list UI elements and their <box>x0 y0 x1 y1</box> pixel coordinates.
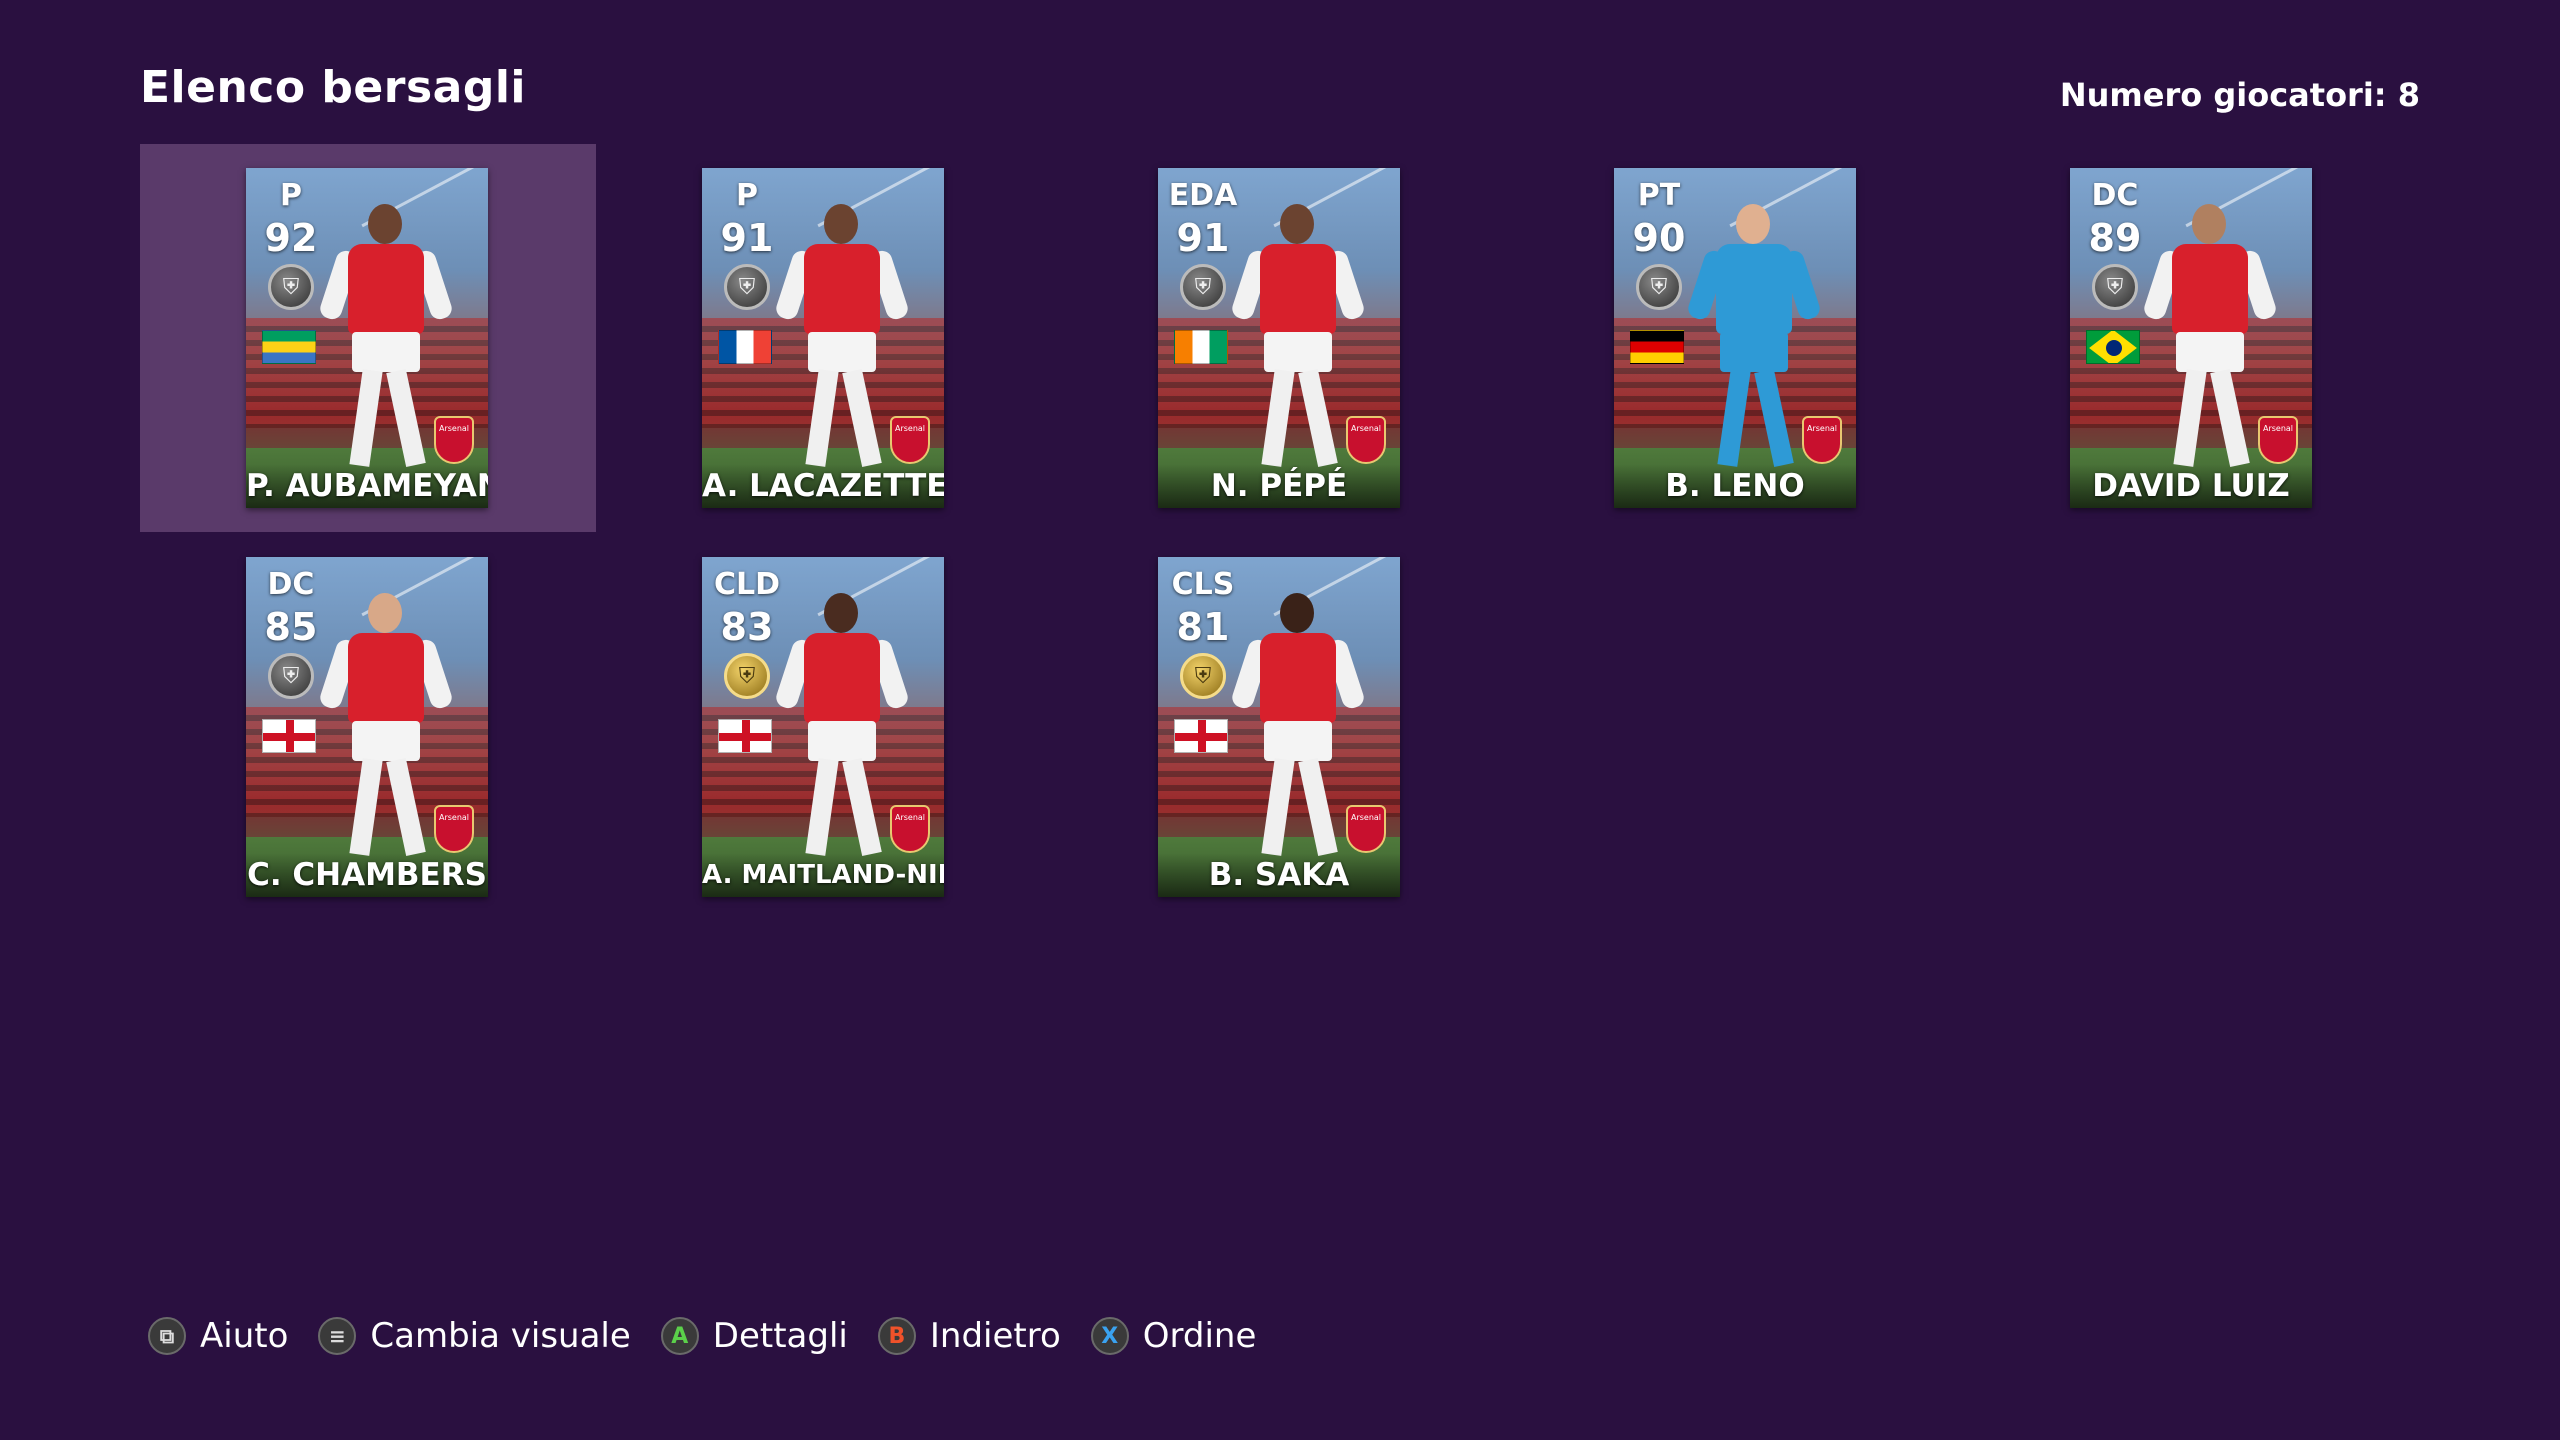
player-card[interactable]: CLD 83 ⛨ Arsenal A. MAITLAND-NILES <box>702 557 944 897</box>
change-view-hint[interactable]: ≡ Cambia visuale <box>318 1316 631 1356</box>
player-image <box>773 186 911 476</box>
details-hint[interactable]: A Dettagli <box>660 1316 848 1356</box>
gold-medal-icon: ⛨ <box>1180 653 1226 699</box>
player-rating: 81 <box>1176 605 1230 649</box>
details-label: Dettagli <box>712 1316 848 1356</box>
help-hint[interactable]: ⧉ Aiuto <box>148 1316 288 1356</box>
player-rating: 90 <box>1632 216 1686 260</box>
ivory-coast-flag-icon <box>1174 330 1228 364</box>
sort-label: Ordine <box>1142 1316 1257 1356</box>
arsenal-crest-icon: Arsenal <box>1802 416 1842 464</box>
player-image <box>317 186 455 476</box>
player-card-slot[interactable]: EDA 91 ⛨ Arsenal N. PÉPÉ <box>1052 144 1508 532</box>
player-position: CLD <box>713 567 781 602</box>
sort-hint[interactable]: X Ordine <box>1090 1316 1257 1356</box>
england-flag-icon <box>718 719 772 753</box>
view-button-icon: ⧉ <box>148 1317 186 1355</box>
france-flag-icon <box>718 330 772 364</box>
player-card[interactable]: P 92 ⛨ Arsenal P. AUBAMEYANG <box>246 168 488 508</box>
player-card-slot[interactable]: CLS 81 ⛨ Arsenal B. SAKA <box>1052 533 1508 921</box>
player-rating: 91 <box>720 216 774 260</box>
player-name: A. MAITLAND-NILES <box>702 853 944 897</box>
back-hint[interactable]: B Indietro <box>877 1316 1061 1356</box>
germany-flag-icon <box>1630 330 1684 364</box>
help-label: Aiuto <box>200 1316 289 1356</box>
player-rating: 89 <box>2088 216 2142 260</box>
player-card-slot[interactable]: P 92 ⛨ Arsenal P. AUBAMEYANG <box>140 144 596 532</box>
gabon-flag-icon <box>262 330 316 364</box>
player-image <box>2141 186 2279 476</box>
page-title: Elenco bersagli <box>140 62 527 113</box>
player-position: DC <box>2091 178 2139 213</box>
player-rating: 83 <box>720 605 774 649</box>
player-card-slot[interactable]: DC 85 ⛨ Arsenal C. CHAMBERS <box>140 533 596 921</box>
player-name: B. LENO <box>1614 464 1856 508</box>
silver-medal-icon: ⛨ <box>1180 264 1226 310</box>
player-image <box>1229 575 1367 865</box>
player-name: N. PÉPÉ <box>1158 464 1400 508</box>
change-view-label: Cambia visuale <box>370 1316 631 1356</box>
arsenal-crest-icon: Arsenal <box>890 416 930 464</box>
england-flag-icon <box>1174 719 1228 753</box>
arsenal-crest-icon: Arsenal <box>434 805 474 853</box>
player-card-slot[interactable]: P 91 ⛨ Arsenal A. LACAZETTE <box>596 144 1052 532</box>
player-position: PT <box>1637 178 1681 213</box>
player-position: EDA <box>1168 178 1238 213</box>
silver-medal-icon: ⛨ <box>724 264 770 310</box>
player-card[interactable]: PT 90 ⛨ Arsenal B. LENO <box>1614 168 1856 508</box>
arsenal-crest-icon: Arsenal <box>890 805 930 853</box>
arsenal-crest-icon: Arsenal <box>434 416 474 464</box>
player-image <box>1685 186 1823 476</box>
player-rating: 91 <box>1176 216 1230 260</box>
brazil-flag-icon <box>2086 330 2140 364</box>
arsenal-crest-icon: Arsenal <box>2258 416 2298 464</box>
player-card[interactable]: CLS 81 ⛨ Arsenal B. SAKA <box>1158 557 1400 897</box>
silver-medal-icon: ⛨ <box>268 653 314 699</box>
player-card-slot[interactable]: PT 90 ⛨ Arsenal B. LENO <box>1508 144 1964 532</box>
player-name: DAVID LUIZ <box>2070 464 2312 508</box>
player-image <box>317 575 455 865</box>
b-button-icon: B <box>877 1317 916 1355</box>
player-position: CLS <box>1171 567 1235 602</box>
player-position: P <box>280 178 302 213</box>
player-name: C. CHAMBERS <box>246 853 488 897</box>
player-name: P. AUBAMEYANG <box>246 464 488 508</box>
player-card-slot[interactable]: DC 89 ⛨ Arsenal DAVID LUIZ <box>1964 144 2420 532</box>
player-image <box>1229 186 1367 476</box>
gold-medal-icon: ⛨ <box>724 653 770 699</box>
x-button-icon: X <box>1090 1317 1129 1355</box>
player-card[interactable]: DC 89 ⛨ Arsenal DAVID LUIZ <box>2070 168 2312 508</box>
menu-button-icon: ≡ <box>318 1317 357 1355</box>
player-card-slot[interactable]: CLD 83 ⛨ Arsenal A. MAITLAND-NILES <box>596 533 1052 921</box>
arsenal-crest-icon: Arsenal <box>1346 805 1386 853</box>
player-image <box>773 575 911 865</box>
player-name: B. SAKA <box>1158 853 1400 897</box>
england-flag-icon <box>262 719 316 753</box>
a-button-icon: A <box>660 1317 699 1355</box>
silver-medal-icon: ⛨ <box>1636 264 1682 310</box>
player-card[interactable]: DC 85 ⛨ Arsenal C. CHAMBERS <box>246 557 488 897</box>
player-card[interactable]: P 91 ⛨ Arsenal A. LACAZETTE <box>702 168 944 508</box>
player-position: DC <box>267 567 315 602</box>
player-card[interactable]: EDA 91 ⛨ Arsenal N. PÉPÉ <box>1158 168 1400 508</box>
silver-medal-icon: ⛨ <box>268 264 314 310</box>
player-name: A. LACAZETTE <box>702 464 944 508</box>
button-hints-bar: ⧉ Aiuto ≡ Cambia visuale A Dettagli B In… <box>148 1316 1286 1356</box>
silver-medal-icon: ⛨ <box>2092 264 2138 310</box>
back-label: Indietro <box>929 1316 1061 1356</box>
player-rating: 85 <box>264 605 318 649</box>
player-rating: 92 <box>264 216 318 260</box>
player-position: P <box>736 178 758 213</box>
arsenal-crest-icon: Arsenal <box>1346 416 1386 464</box>
player-count: Numero giocatori: 8 <box>2059 76 2420 114</box>
